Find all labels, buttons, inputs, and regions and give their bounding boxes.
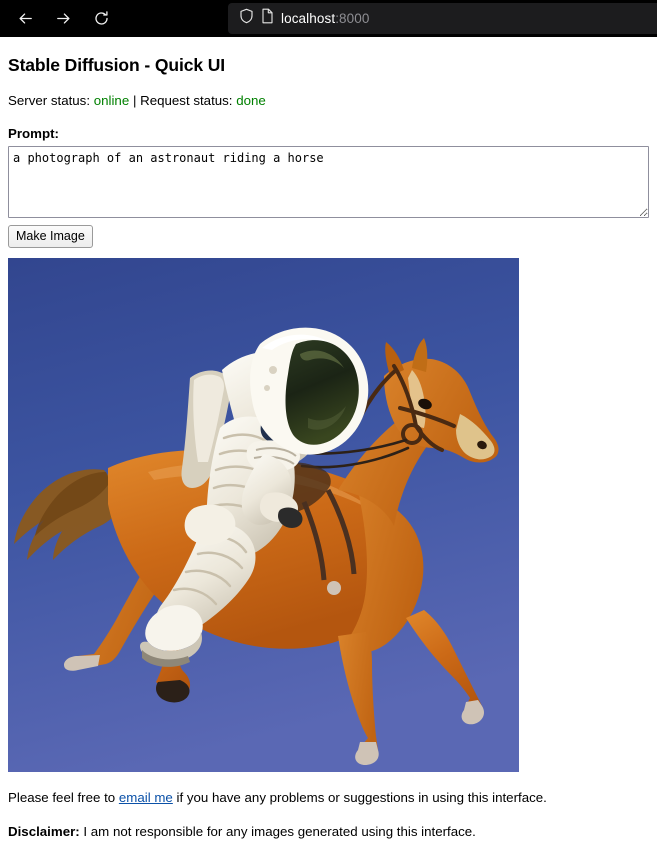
reload-button[interactable] bbox=[86, 5, 116, 33]
server-status-label: Server status: bbox=[8, 93, 91, 108]
footer-text-before: Please feel free to bbox=[8, 790, 119, 806]
status-line: Server status: online | Request status: … bbox=[8, 93, 649, 109]
page-title: Stable Diffusion - Quick UI bbox=[8, 55, 226, 75]
browser-toolbar: localhost:8000 bbox=[0, 0, 657, 37]
prompt-label: Prompt: bbox=[8, 125, 59, 141]
email-me-link[interactable]: email me bbox=[119, 790, 173, 805]
footer-text-after: if you have any problems or suggestions … bbox=[172, 790, 547, 806]
status-separator: | bbox=[132, 93, 137, 108]
navigation-buttons bbox=[0, 5, 116, 33]
shield-icon[interactable] bbox=[239, 8, 254, 29]
disclaimer-label: Disclaimer: bbox=[8, 823, 80, 839]
page-content: Stable Diffusion - Quick UI Server statu… bbox=[0, 55, 657, 841]
url-bar[interactable]: localhost:8000 bbox=[228, 3, 657, 34]
footer-contact-line: Please feel free to email me if you have… bbox=[8, 790, 649, 807]
forward-arrow-icon bbox=[55, 10, 72, 27]
generated-image-container bbox=[8, 258, 519, 773]
back-arrow-icon bbox=[17, 10, 34, 27]
request-status-value: done bbox=[236, 93, 266, 108]
footer-disclaimer-line: Disclaimer: I am not responsible for any… bbox=[8, 824, 649, 841]
page-document-icon[interactable] bbox=[261, 8, 274, 29]
server-status-value: online bbox=[93, 93, 130, 108]
make-image-button[interactable]: Make Image bbox=[8, 224, 93, 249]
prompt-input[interactable] bbox=[8, 145, 649, 218]
url-port: :8000 bbox=[335, 11, 370, 26]
generated-image[interactable] bbox=[8, 258, 519, 773]
reload-icon bbox=[93, 10, 110, 27]
back-button[interactable] bbox=[10, 5, 40, 33]
forward-button[interactable] bbox=[48, 5, 78, 33]
disclaimer-text: I am not responsible for any images gene… bbox=[79, 823, 476, 839]
url-host: localhost bbox=[281, 11, 336, 26]
request-status-label: Request status: bbox=[140, 93, 233, 108]
url-text[interactable]: localhost:8000 bbox=[281, 11, 369, 26]
